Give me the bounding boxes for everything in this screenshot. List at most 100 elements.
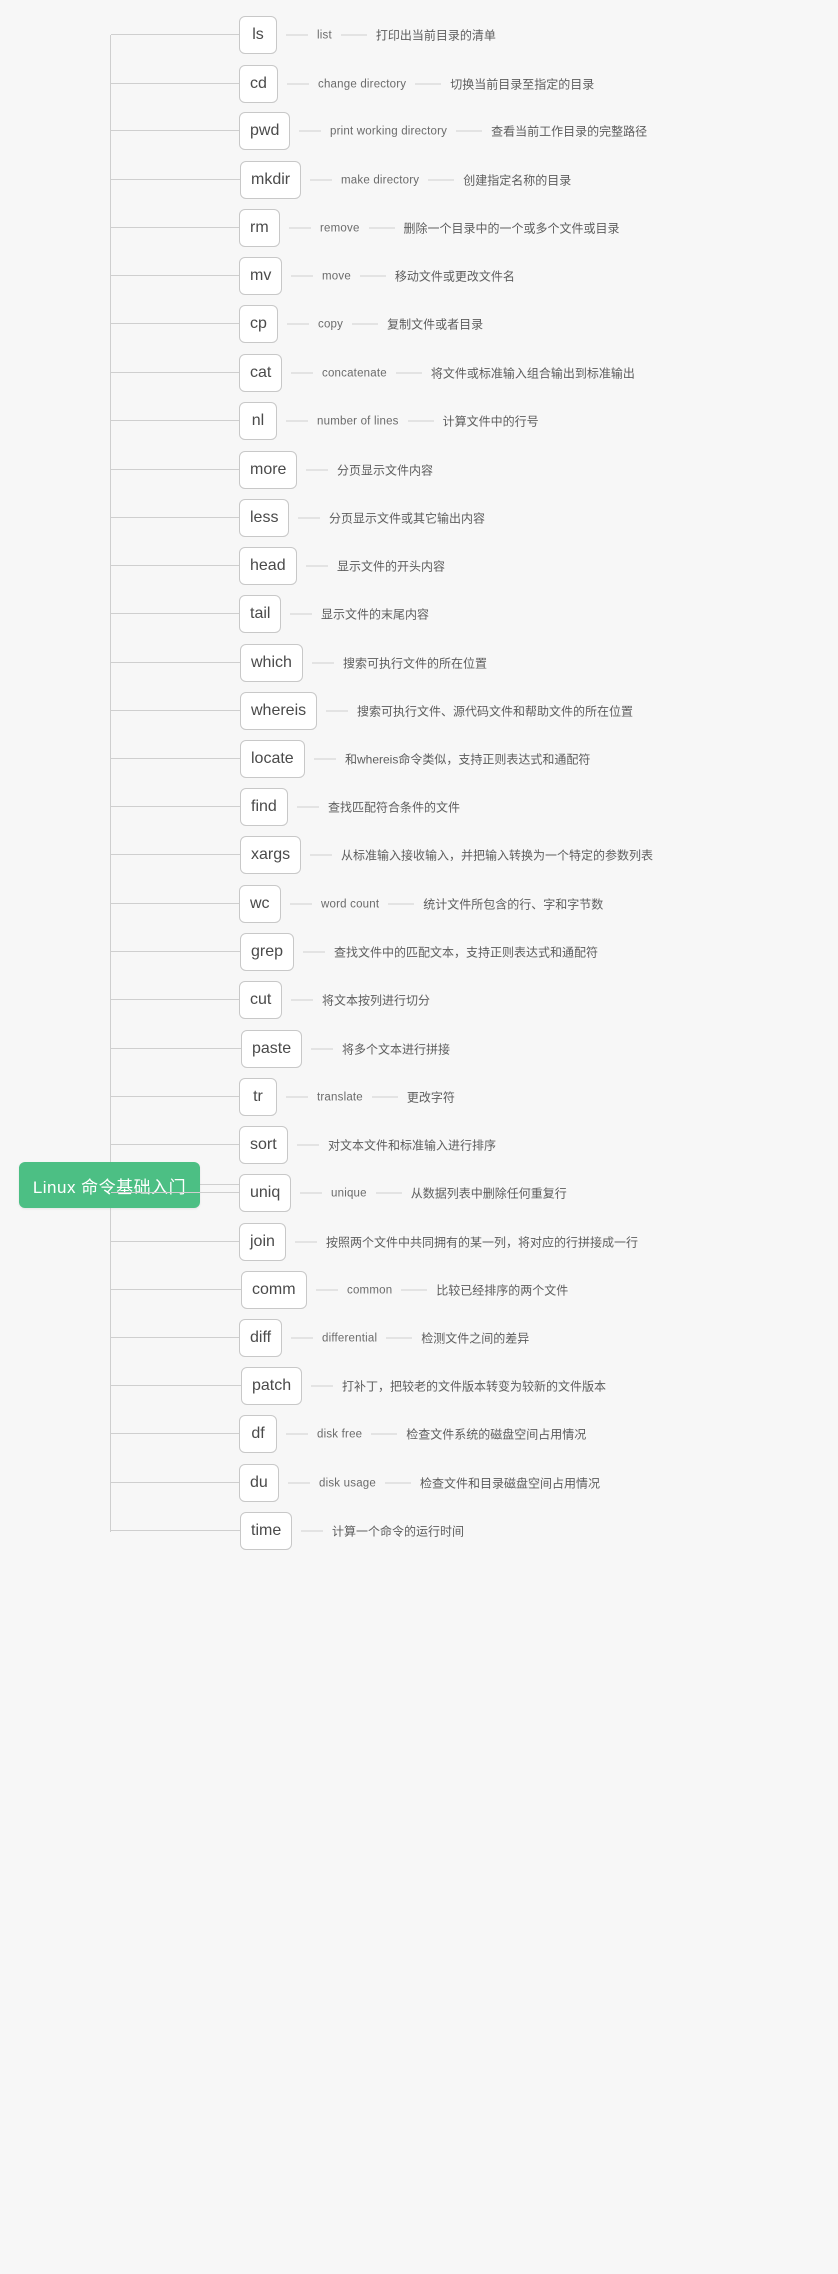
connector-dash-icon [291,275,313,277]
mindmap-canvas: Linux 命令基础入门 ls list 打印出当前目录的清单 cd change di… [0,0,838,2274]
command-node-paste[interactable]: paste [241,1030,303,1068]
command-node-grep[interactable]: grep [240,933,295,971]
command-node-join[interactable]: join [239,1223,286,1261]
command-detail-head: 显示文件的开头内容 [297,558,445,575]
command-detail-diff: differential 检测文件之间的差异 [282,1330,529,1347]
connector-dash-icon [291,1337,313,1339]
branch-connector-line [111,275,239,276]
command-detail-more: 分页显示文件内容 [297,462,433,479]
connector-dash-icon [456,130,483,132]
connector-dash-icon [384,1482,411,1484]
command-node-tail[interactable]: tail [239,595,282,633]
connector-dash-icon [314,758,336,760]
command-node-nl[interactable]: nl [239,402,277,440]
command-detail-wc: word count 统计文件所包含的行、字和字节数 [281,896,603,913]
command-node-ls[interactable]: ls [239,16,277,54]
command-node-df[interactable]: df [239,1415,277,1453]
connector-dash-icon [301,1530,323,1532]
command-node-uniq[interactable]: uniq [239,1174,292,1212]
connector-dash-icon [415,83,442,85]
command-description-cat: 将文件或标准输入组合输出到标准输出 [430,366,635,381]
command-node-mkdir[interactable]: mkdir [240,161,302,199]
command-node-cd[interactable]: cd [239,65,278,103]
command-node-patch[interactable]: patch [241,1367,303,1405]
command-node-locate[interactable]: locate [240,740,305,778]
command-expansion-pwd: print working directory [330,125,448,137]
command-node-whereis[interactable]: whereis [240,692,318,730]
command-node-which[interactable]: which [240,644,303,682]
command-node-du[interactable]: du [239,1464,279,1502]
branch-connector-line [111,323,239,324]
command-detail-patch: 打补丁，把较老的文件版本转变为较新的文件版本 [302,1378,606,1395]
connector-dash-icon [298,517,320,519]
command-expansion-wc: word count [321,898,380,910]
command-node-less[interactable]: less [239,499,290,537]
command-node-sort[interactable]: sort [239,1126,288,1164]
connector-dash-icon [286,34,308,36]
command-description-which: 搜索可执行文件的所在位置 [343,656,488,671]
connector-dash-icon [312,662,334,664]
connector-dash-icon [295,1241,317,1243]
command-node-more[interactable]: more [239,451,298,489]
command-description-tail: 显示文件的末尾内容 [321,607,430,622]
command-detail-sort: 对文本文件和标准输入进行排序 [288,1137,496,1154]
connector-dash-icon [306,565,328,567]
command-expansion-nl: number of lines [317,415,399,427]
command-description-nl: 计算文件中的行号 [442,414,539,429]
command-expansion-mv: move [322,270,351,282]
branch-connector-line [111,999,239,1000]
branch-connector-line [111,420,239,421]
command-description-xargs: 从标准输入接收输入，并把输入转换为一个特定的参数列表 [341,848,654,863]
branch-connector-line [111,1482,239,1483]
command-node-tr[interactable]: tr [239,1078,277,1116]
command-detail-find: 查找匹配符合条件的文件 [288,799,460,816]
branch-connector-line [111,1192,239,1193]
command-detail-paste: 将多个文本进行拼接 [302,1041,450,1058]
command-description-head: 显示文件的开头内容 [337,559,446,574]
branch-connector-line [111,130,239,131]
root-node[interactable]: Linux 命令基础入门 [19,1162,200,1208]
command-detail-uniq: unique 从数据列表中删除任何重复行 [291,1185,567,1202]
branch-connector-line [111,227,239,228]
command-expansion-ls: list [317,29,332,41]
command-description-df: 检查文件系统的磁盘空间占用情况 [406,1427,587,1442]
command-node-pwd[interactable]: pwd [239,112,291,150]
command-node-mv[interactable]: mv [239,257,283,295]
connector-dash-icon [326,710,348,712]
command-node-rm[interactable]: rm [239,209,280,247]
connector-dash-icon [371,1096,398,1098]
command-node-cp[interactable]: cp [239,305,278,343]
command-description-time: 计算一个命令的运行时间 [332,1524,465,1539]
connector-dash-icon [297,806,319,808]
command-node-time[interactable]: time [240,1512,293,1550]
command-node-diff[interactable]: diff [239,1319,283,1357]
command-description-sort: 对文本文件和标准输入进行排序 [328,1138,497,1153]
connector-dash-icon [428,179,455,181]
command-description-ls: 打印出当前目录的清单 [375,28,496,43]
connector-dash-icon [290,903,312,905]
branch-connector-line [111,179,240,180]
command-node-find[interactable]: find [240,788,288,826]
connector-dash-icon [395,372,422,374]
command-detail-comm: common 比较已经排序的两个文件 [307,1282,568,1299]
command-node-comm[interactable]: comm [241,1271,307,1309]
connector-dash-icon [375,1192,402,1194]
command-detail-du: disk usage 检查文件和目录磁盘空间占用情况 [279,1475,600,1492]
command-expansion-cat: concatenate [322,367,387,379]
command-description-du: 检查文件和目录磁盘空间占用情况 [419,1476,600,1491]
command-node-wc[interactable]: wc [239,885,281,923]
command-node-head[interactable]: head [239,547,297,585]
command-detail-tail: 显示文件的末尾内容 [281,606,429,623]
command-detail-nl: number of lines 计算文件中的行号 [277,413,539,430]
command-detail-mv: move 移动文件或更改文件名 [282,268,515,285]
command-node-cat[interactable]: cat [239,354,283,392]
command-node-xargs[interactable]: xargs [240,836,302,874]
command-expansion-cd: change directory [318,78,407,90]
connector-dash-icon [368,227,395,229]
command-expansion-mkdir: make directory [341,174,420,186]
command-node-cut[interactable]: cut [239,981,283,1019]
connector-dash-icon [291,999,313,1001]
connector-dash-icon [316,1289,338,1291]
connector-dash-icon [306,469,328,471]
command-description-find: 查找匹配符合条件的文件 [328,800,461,815]
